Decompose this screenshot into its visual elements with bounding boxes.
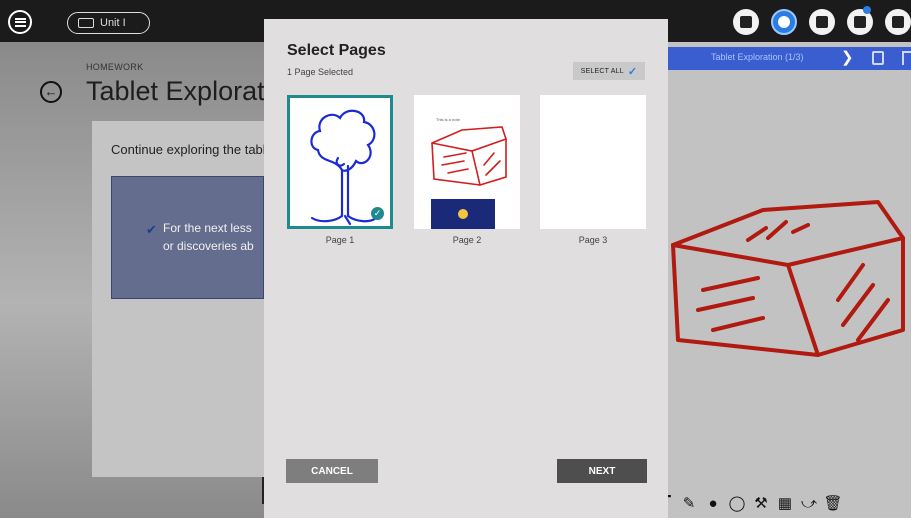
selected-count: 1 Page Selected	[287, 67, 354, 77]
clipboard-icon[interactable]	[885, 9, 911, 35]
page-thumbnail-2[interactable]: This is a note	[414, 95, 520, 229]
select-all-label: SELECT ALL	[580, 67, 624, 75]
page-thumbnail-1[interactable]: ✓	[287, 95, 393, 229]
page-label: Page 2	[452, 235, 482, 245]
share-icon[interactable]	[902, 51, 911, 65]
page-label: Page 3	[578, 235, 608, 245]
trash-icon[interactable]: 🗑	[821, 491, 845, 515]
unit-selector[interactable]: Unit I	[67, 12, 150, 34]
checkmark-icon: ✓	[627, 65, 638, 78]
scroll-handle[interactable]	[262, 477, 264, 504]
box-sketch	[431, 126, 508, 187]
content-card	[92, 121, 264, 477]
task-line: or discoveries ab	[163, 239, 254, 253]
compass-icon[interactable]	[771, 9, 797, 35]
page-nav-text: Tablet Exploration (1/3)	[711, 52, 804, 62]
notification-badge	[863, 6, 871, 14]
box-drawing	[671, 200, 905, 357]
dialog-title: Select Pages	[287, 42, 386, 59]
connector-icon[interactable]: ⤻	[797, 491, 821, 515]
page-title: Tablet Exploratio	[86, 76, 264, 106]
tool-icon[interactable]: ⚒	[749, 491, 773, 515]
unit-label: Unit I	[100, 17, 126, 29]
book-icon	[78, 18, 94, 28]
cancel-button[interactable]: CANCEL	[286, 459, 378, 483]
chevron-right-icon[interactable]: ❯	[841, 48, 854, 66]
palette-icon[interactable]	[733, 9, 759, 35]
mini-banner-image	[431, 199, 495, 229]
section-label: HOMEWORK	[86, 62, 144, 72]
back-arrow-icon[interactable]: ←	[40, 81, 62, 103]
pen-icon[interactable]: ✎	[677, 491, 701, 515]
select-pages-dialog: Select Pages 1 Page Selected SELECT ALL …	[264, 19, 668, 518]
check-icon: ✔	[146, 222, 157, 237]
menu-icon[interactable]	[8, 10, 32, 34]
top-icon-group	[733, 6, 911, 35]
eraser-icon[interactable]: ●	[701, 491, 725, 515]
task-line: For the next less	[163, 221, 252, 235]
export-icon[interactable]	[872, 51, 884, 65]
task-text: For the next less or discoveries ab	[163, 219, 264, 255]
page-thumbnail-3[interactable]	[540, 95, 646, 229]
select-all-button[interactable]: SELECT ALL ✓	[573, 62, 645, 80]
selected-check-icon: ✓	[371, 207, 384, 220]
chat-icon[interactable]	[847, 6, 873, 35]
page-label: Page 1	[325, 235, 355, 245]
library-icon[interactable]	[809, 9, 835, 35]
lasso-icon[interactable]: ◯	[725, 491, 749, 515]
next-button[interactable]: NEXT	[557, 459, 647, 483]
intro-text: Continue exploring the tabl	[111, 142, 264, 157]
grid-icon[interactable]: ▦	[773, 491, 797, 515]
